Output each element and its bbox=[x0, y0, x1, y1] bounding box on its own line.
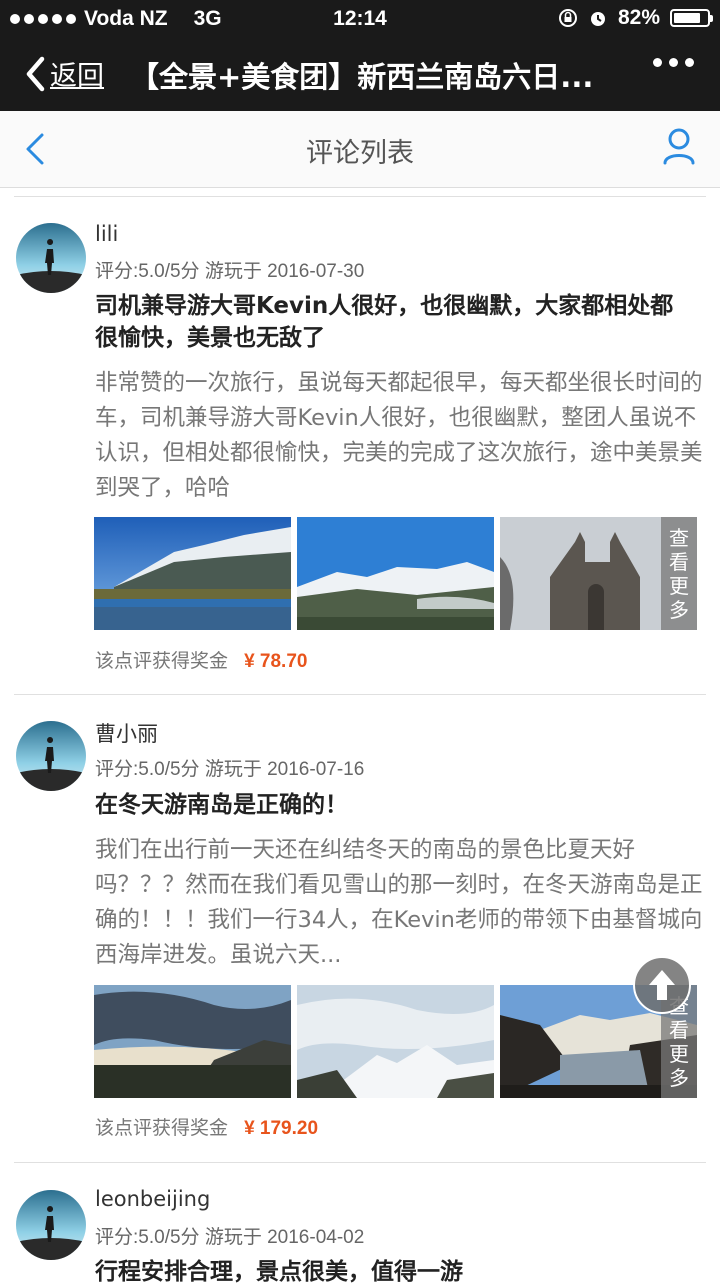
battery-percent: 82% bbox=[617, 6, 660, 29]
lock-rotation-icon bbox=[558, 9, 577, 27]
page-title: 【全景+美食团】新西兰南岛六日... bbox=[130, 60, 594, 94]
user-icon[interactable] bbox=[662, 127, 696, 167]
divider bbox=[14, 694, 706, 695]
nav-bar: 返回 【全景+美食团】新西兰南岛六日... bbox=[0, 36, 720, 111]
reward-label: 该点评获得奖金 bbox=[95, 650, 229, 672]
review-body[interactable]: 非常赞的一次旅行，虽说每天都起很早，每天都坐很长时间的车，司机兼导游大哥Kevi… bbox=[95, 366, 707, 506]
avatar[interactable] bbox=[16, 1190, 86, 1260]
review-username: leonbeijing bbox=[95, 1187, 211, 1211]
reward-line: 该点评获得奖金 ¥ 179.20 bbox=[95, 1113, 318, 1140]
alarm-icon bbox=[590, 12, 605, 26]
view-more-tag[interactable]: 查看更多 bbox=[661, 517, 697, 630]
review-username: 曹小丽 bbox=[95, 722, 158, 746]
reward-line: 该点评获得奖金 ¥ 78.70 bbox=[95, 646, 307, 673]
avatar[interactable] bbox=[16, 223, 86, 293]
reward-amount: ¥ 78.70 bbox=[244, 651, 308, 672]
battery-icon bbox=[670, 9, 713, 27]
back-to-top-icon bbox=[649, 970, 675, 1000]
back-button[interactable]: 返回 bbox=[24, 54, 104, 93]
review-username: lili bbox=[95, 222, 119, 246]
review-photo[interactable] bbox=[94, 517, 291, 630]
section-title: 评论列表 bbox=[306, 138, 414, 169]
review-body[interactable]: 我们在出行前一天还在纠结冬天的南岛的景色比夏天好吗？？？然而在我们看见雪山的那一… bbox=[95, 833, 707, 973]
review-photo[interactable] bbox=[297, 985, 494, 1098]
review-title[interactable]: 司机兼导游大哥Kevin人很好，也很幽默，大家都相处都很愉快，美景也无敌了 bbox=[95, 290, 685, 354]
review-title[interactable]: 在冬天游南岛是正确的！ bbox=[95, 789, 685, 821]
sub-header: 评论列表 bbox=[0, 111, 720, 188]
status-bar: Voda NZ 3G 12:14 82% bbox=[0, 0, 720, 36]
photo-strip: 查看更多 bbox=[94, 517, 697, 630]
back-to-top-button[interactable] bbox=[633, 956, 691, 1014]
divider bbox=[14, 1162, 706, 1163]
reward-label: 该点评获得奖金 bbox=[95, 1117, 229, 1139]
view-more-label: 查看更多 bbox=[669, 525, 689, 622]
review-photo[interactable]: 查看更多 bbox=[500, 517, 697, 630]
review-title[interactable]: 行程安排合理，景点很美，值得一游 bbox=[95, 1256, 685, 1288]
review-photo[interactable] bbox=[94, 985, 291, 1098]
back-label: 返回 bbox=[50, 61, 104, 92]
review-meta: 评分:5.0/5分 游玩于 2016-07-16 bbox=[95, 759, 365, 780]
avatar[interactable] bbox=[16, 721, 86, 791]
reward-amount: ¥ 179.20 bbox=[244, 1118, 319, 1139]
review-meta: 评分:5.0/5分 游玩于 2016-07-30 bbox=[95, 261, 365, 282]
more-dots-icon[interactable] bbox=[653, 58, 694, 67]
review-photo[interactable] bbox=[297, 517, 494, 630]
photo-strip: 查看更多 bbox=[94, 985, 697, 1098]
divider bbox=[14, 196, 706, 197]
review-meta: 评分:5.0/5分 游玩于 2016-04-02 bbox=[95, 1227, 365, 1248]
back-chevron-icon bbox=[26, 56, 45, 91]
